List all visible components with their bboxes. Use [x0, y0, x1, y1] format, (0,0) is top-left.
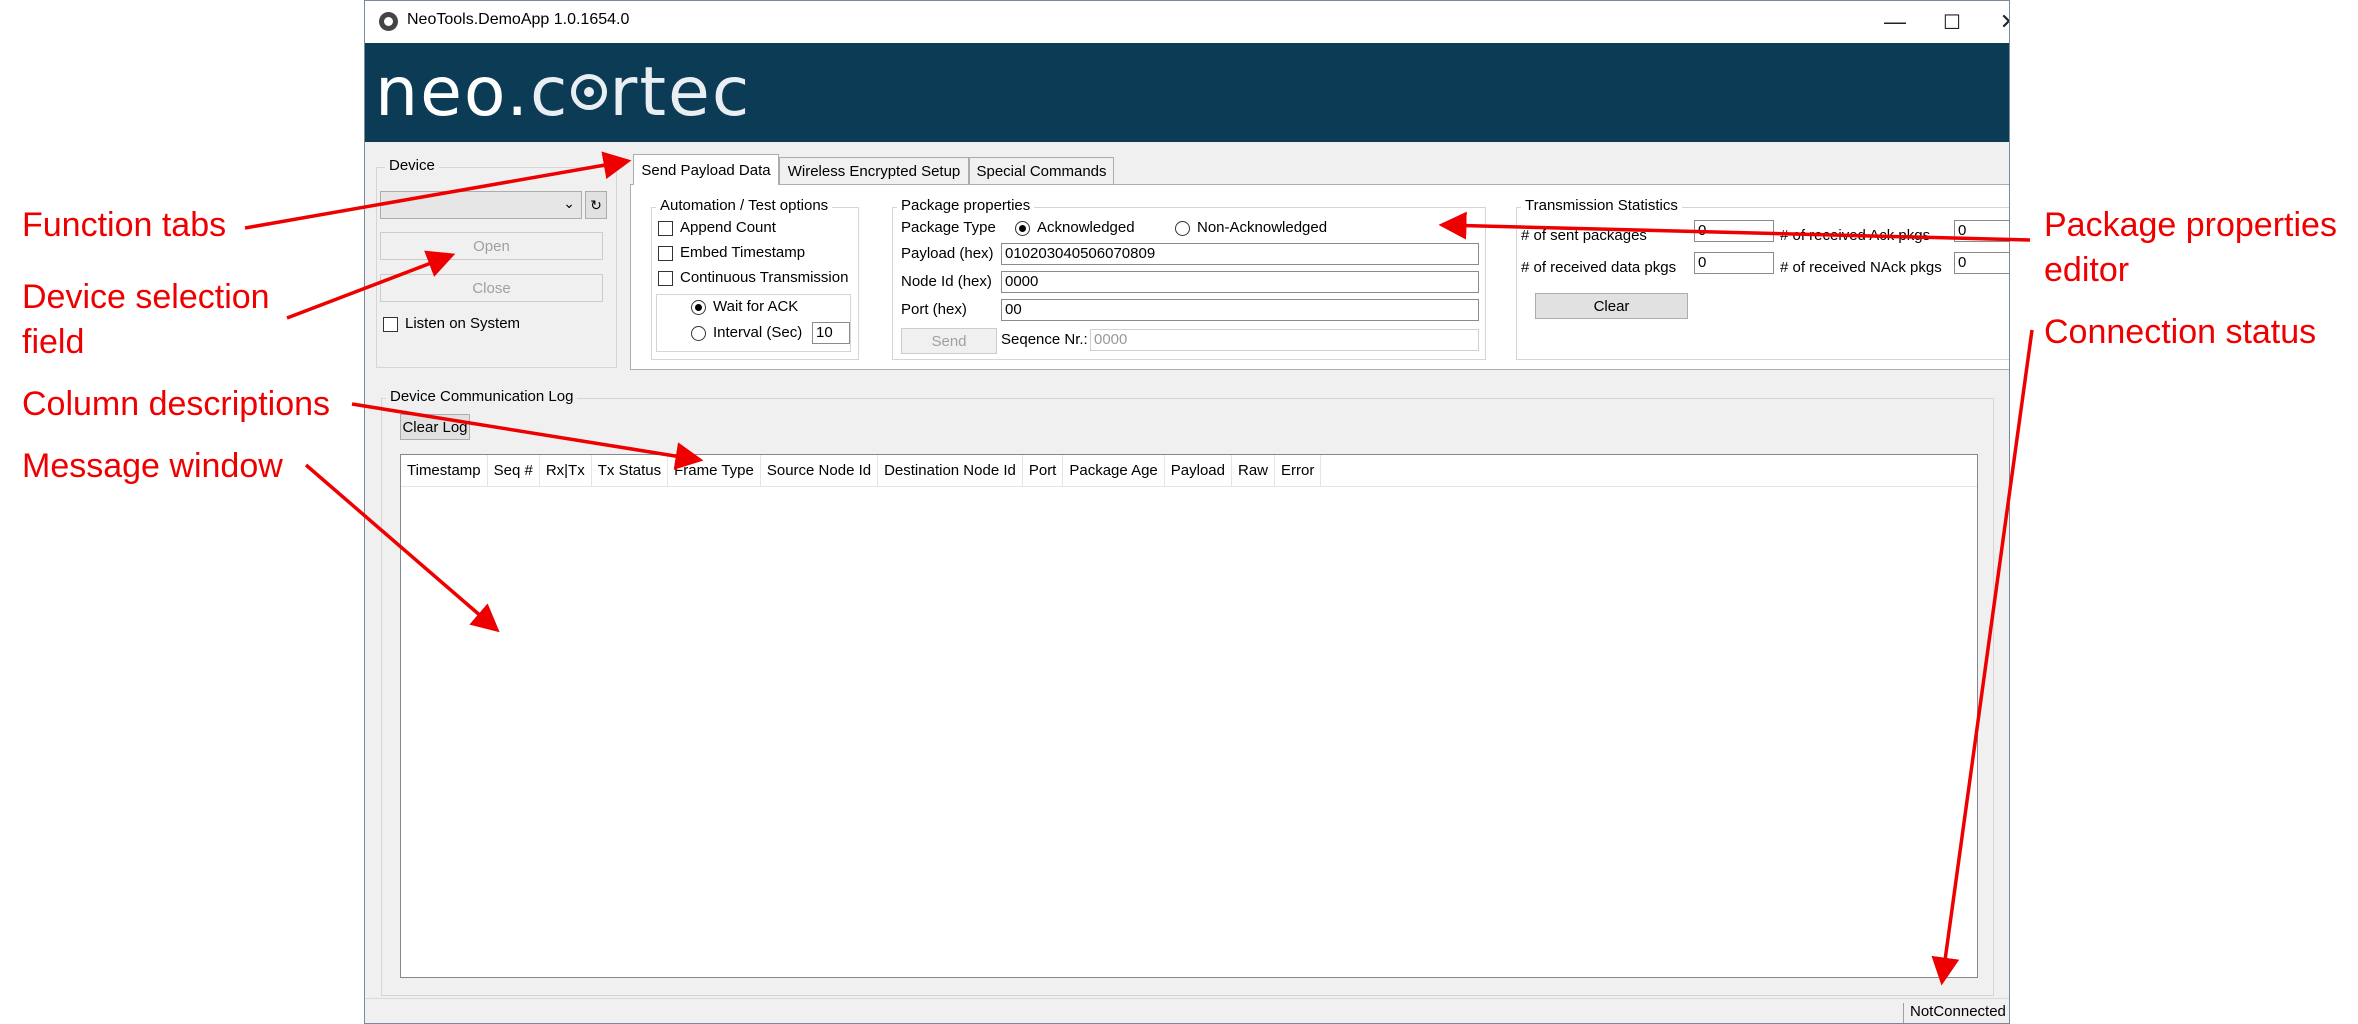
logo-ring-icon — [571, 74, 608, 111]
annotation-package-editor-line1: Package properties — [2044, 206, 2337, 244]
status-separator — [1903, 1003, 1904, 1023]
package-properties-group: Package properties Package Type Acknowle… — [892, 197, 1486, 360]
acknowledged-radio[interactable] — [1015, 221, 1030, 236]
tab-special-commands[interactable]: Special Commands — [969, 157, 1114, 184]
listen-on-system-label: Listen on System — [405, 315, 521, 332]
communication-log-label: Device Communication Log — [386, 388, 578, 405]
received-data-value: 0 — [1694, 252, 1774, 274]
package-properties-label: Package properties — [897, 197, 1035, 214]
annotation-function-tabs: Function tabs — [22, 206, 227, 244]
logo-text-neo: neo. — [375, 53, 530, 132]
annotation-device-selection-line1: Device selection — [22, 278, 270, 316]
continuous-options-group: Wait for ACK Interval (Sec) 10 — [656, 294, 851, 352]
received-ack-value: 0 — [1954, 220, 2009, 242]
non-acknowledged-label: Non-Acknowledged — [1197, 219, 1328, 236]
wait-for-ack-label: Wait for ACK — [713, 298, 799, 315]
continuous-transmission-label: Continuous Transmission — [680, 269, 849, 286]
logo-text-rtec: rtec — [609, 53, 752, 132]
wait-for-ack-radio[interactable] — [691, 300, 706, 315]
refresh-icon: ↻ — [590, 196, 602, 213]
port-label: Port (hex) — [901, 301, 967, 318]
annotation-connection-status: Connection status — [2044, 313, 2317, 351]
sequence-number-input[interactable]: 0000 — [1090, 329, 1479, 351]
refresh-devices-button[interactable]: ↻ — [585, 191, 607, 219]
column-header[interactable]: Frame Type — [668, 455, 761, 487]
open-button[interactable]: Open — [380, 232, 603, 260]
column-header[interactable]: Package Age — [1063, 455, 1165, 487]
maximize-button[interactable]: ☐ — [1922, 1, 1982, 43]
embed-timestamp-label: Embed Timestamp — [680, 244, 806, 261]
sent-packages-label: # of sent packages — [1521, 227, 1647, 244]
interval-label: Interval (Sec) — [713, 324, 803, 341]
continuous-transmission-checkbox[interactable] — [658, 271, 673, 286]
node-id-input[interactable]: 0000 — [1001, 271, 1479, 293]
column-header[interactable]: Source Node Id — [761, 455, 879, 487]
received-ack-label: # of received Ack pkgs — [1780, 227, 1931, 244]
annotation-message-window: Message window — [22, 447, 283, 485]
annotation-device-selection-line2: field — [22, 323, 85, 361]
column-header[interactable]: Error — [1275, 455, 1322, 487]
app-window: NeoTools.DemoApp 1.0.1654.0 — ☐ ✕ neo.cr… — [364, 0, 2010, 1024]
title-bar: NeoTools.DemoApp 1.0.1654.0 — ☐ ✕ — [365, 1, 2009, 43]
device-group: Device ⌄ ↻ Open Close Listen on System — [376, 157, 617, 368]
node-id-label: Node Id (hex) — [901, 273, 992, 290]
column-header[interactable]: Tx Status — [592, 455, 669, 487]
neocortec-logo: neo.c rtec — [375, 53, 751, 132]
column-header[interactable]: Destination Node Id — [878, 455, 1023, 487]
column-header[interactable]: Timestamp — [401, 455, 488, 487]
automation-group: Automation / Test options Append Count E… — [651, 197, 859, 360]
automation-group-label: Automation / Test options — [656, 197, 833, 214]
payload-label: Payload (hex) — [901, 245, 994, 262]
interval-radio[interactable] — [691, 326, 706, 341]
annotation-package-editor-line2: editor — [2044, 251, 2130, 289]
tab-wireless-encrypted-setup[interactable]: Wireless Encrypted Setup — [779, 157, 969, 184]
brand-banner: neo.c rtec — [365, 43, 2009, 142]
app-icon — [379, 12, 398, 31]
received-data-label: # of received data pkgs — [1521, 259, 1677, 276]
device-group-label: Device — [385, 157, 439, 174]
column-header[interactable]: Raw — [1232, 455, 1275, 487]
message-window[interactable]: Timestamp Seq # Rx|Tx Tx Status Frame Ty… — [400, 454, 1978, 978]
close-window-button[interactable]: ✕ — [1979, 1, 2009, 43]
annotation-column-descriptions: Column descriptions — [22, 385, 331, 423]
transmission-statistics-group: Transmission Statistics # of sent packag… — [1516, 197, 2009, 360]
logo-text-c: c — [529, 53, 570, 132]
received-nack-label: # of received NAck pkgs — [1780, 259, 1942, 276]
sent-packages-value: 0 — [1694, 220, 1774, 242]
tab-send-payload-data[interactable]: Send Payload Data — [633, 154, 779, 185]
column-header-row: Timestamp Seq # Rx|Tx Tx Status Frame Ty… — [401, 455, 1977, 487]
append-count-checkbox[interactable] — [658, 221, 673, 236]
port-input[interactable]: 00 — [1001, 299, 1479, 321]
non-acknowledged-radio[interactable] — [1175, 221, 1190, 236]
column-header[interactable]: Payload — [1165, 455, 1232, 487]
status-bar: NotConnected — [365, 998, 2009, 1023]
device-combo[interactable]: ⌄ — [380, 191, 582, 219]
sequence-number-label: Seqence Nr.: — [1001, 331, 1088, 348]
interval-input[interactable]: 10 — [812, 322, 850, 344]
column-header[interactable]: Port — [1023, 455, 1064, 487]
embed-timestamp-checkbox[interactable] — [658, 246, 673, 261]
listen-on-system-checkbox[interactable] — [383, 317, 398, 332]
connection-status: NotConnected — [1910, 1003, 2006, 1020]
clear-log-button[interactable]: Clear Log — [400, 414, 470, 440]
received-nack-value: 0 — [1954, 252, 2009, 274]
column-header[interactable]: Rx|Tx — [540, 455, 592, 487]
close-device-button[interactable]: Close — [380, 274, 603, 302]
send-payload-panel: Automation / Test options Append Count E… — [630, 184, 2009, 370]
send-button[interactable]: Send — [901, 328, 997, 354]
column-header[interactable]: Seq # — [488, 455, 540, 487]
transmission-statistics-label: Transmission Statistics — [1521, 197, 1682, 214]
chevron-down-icon: ⌄ — [563, 195, 575, 211]
payload-input[interactable]: 010203040506070809 — [1001, 243, 1479, 265]
window-title: NeoTools.DemoApp 1.0.1654.0 — [407, 11, 630, 28]
clear-statistics-button[interactable]: Clear — [1535, 293, 1688, 319]
package-type-label: Package Type — [901, 219, 996, 236]
append-count-label: Append Count — [680, 219, 776, 236]
acknowledged-label: Acknowledged — [1037, 219, 1135, 236]
minimize-button[interactable]: — — [1865, 1, 1925, 43]
